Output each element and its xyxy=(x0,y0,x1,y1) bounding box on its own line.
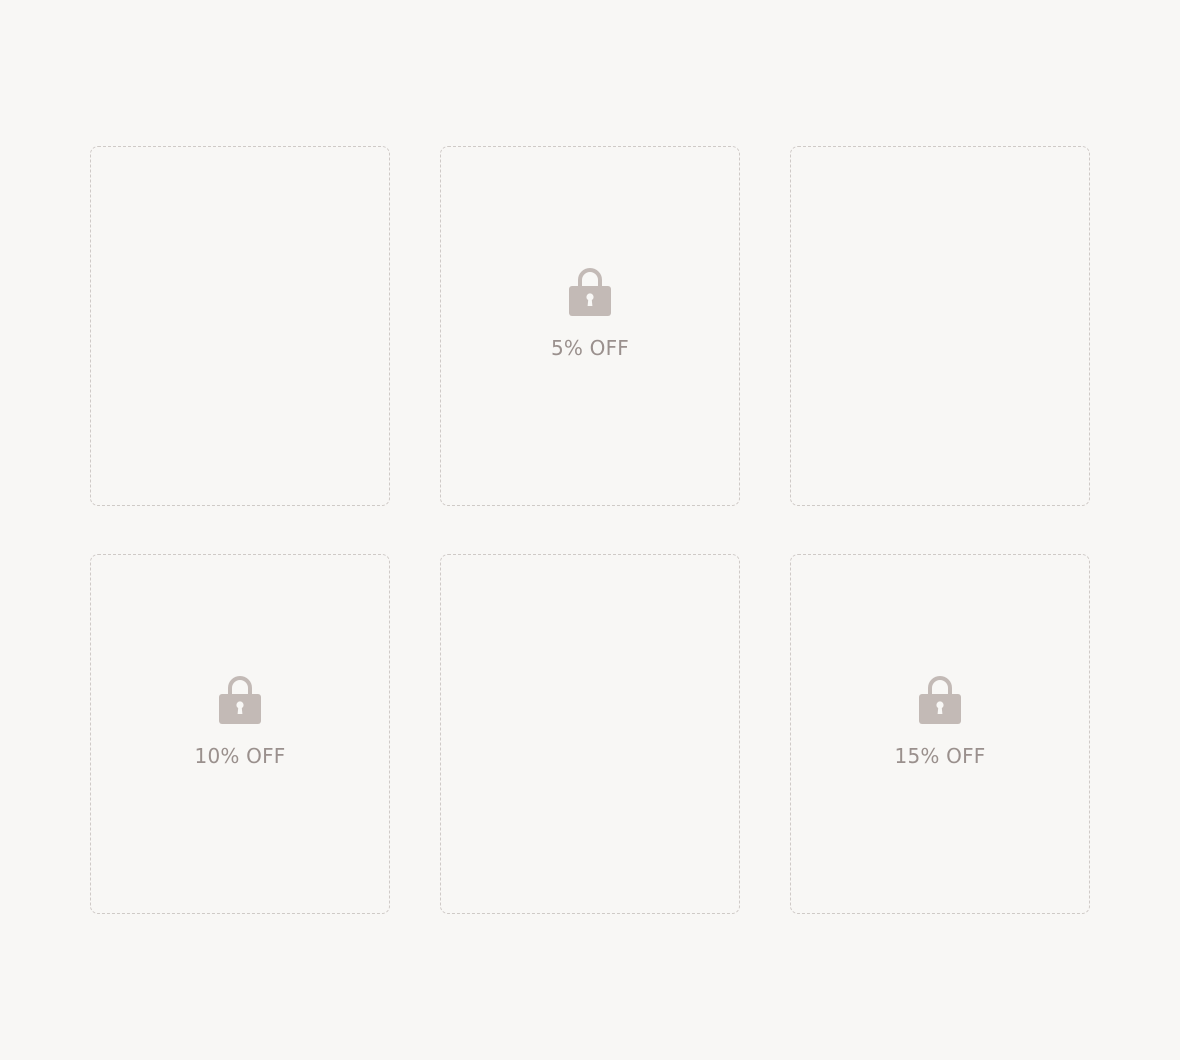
tile-content: 5% OFF xyxy=(551,266,629,360)
reward-tile-5[interactable] xyxy=(440,554,740,914)
reward-tile-2[interactable]: 5% OFF xyxy=(440,146,740,506)
lock-icon xyxy=(219,676,261,724)
lock-icon xyxy=(568,268,611,316)
reward-tile-6[interactable]: 15% OFF xyxy=(790,554,1090,914)
discount-label: 10% OFF xyxy=(194,744,286,768)
reward-tile-3[interactable] xyxy=(790,146,1090,506)
tile-content: 15% OFF xyxy=(895,674,986,768)
discount-label: 5% OFF xyxy=(550,336,630,360)
tile-content: 10% OFF xyxy=(195,674,286,768)
reward-tile-4[interactable]: 10% OFF xyxy=(90,554,390,914)
reward-tile-1[interactable] xyxy=(90,146,390,506)
lock-icon xyxy=(919,676,961,724)
discount-label: 15% OFF xyxy=(894,744,986,768)
reward-grid: 5% OFF 10% OFF 15% OFF xyxy=(90,146,1090,914)
